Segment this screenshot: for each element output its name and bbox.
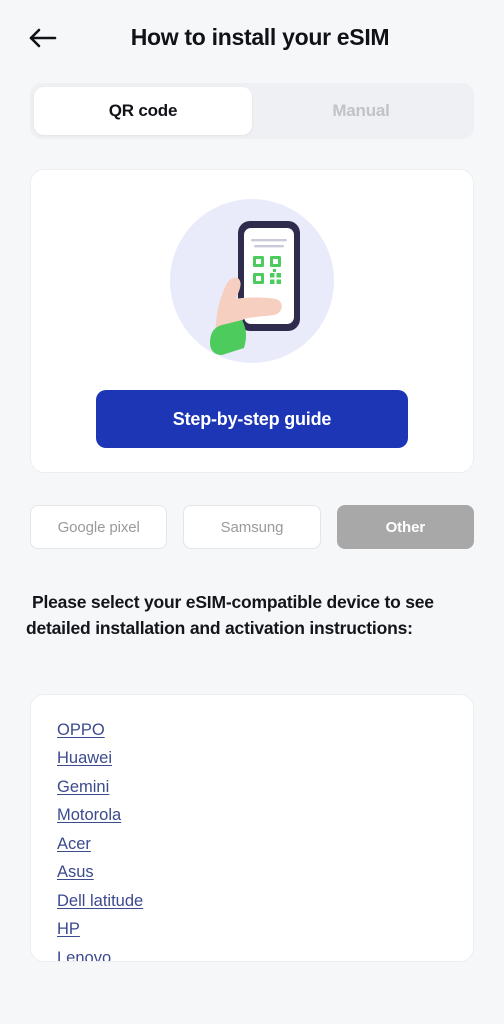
chip-other[interactable]: Other [336,505,474,549]
chip-google-pixel[interactable]: Google pixel [30,505,168,549]
device-link-huawei[interactable]: Huawei [57,749,112,768]
tab-manual[interactable]: Manual [252,87,470,135]
page-title: How to install your eSIM [130,24,390,50]
install-method-tabs: QR code Manual [30,83,474,139]
device-link-oppo[interactable]: OPPO [57,721,105,740]
esim-install-screen: How to install your eSIM QR code Manual [0,0,504,1024]
device-link-gemini[interactable]: Gemini [57,778,109,797]
device-chip-group: Google pixel Samsung Other [30,505,474,549]
page-header: How to install your eSIM [0,0,504,75]
device-link-acer[interactable]: Acer [57,835,91,854]
tab-qr-code[interactable]: QR code [34,87,252,135]
device-link-hp[interactable]: HP [57,920,80,939]
qr-guide-card: Step-by-step guide [30,169,474,473]
device-link-lenovo[interactable]: Lenovo [57,949,111,961]
hand-holding-phone-with-qr-code-icon [164,193,340,374]
device-list-card: OPPO Huawei Gemini Motorola Acer Asus De… [30,693,474,962]
chip-samsung[interactable]: Samsung [183,505,321,549]
step-by-step-guide-button[interactable]: Step-by-step guide [96,390,408,448]
illustration-container [31,188,473,378]
device-link-asus[interactable]: Asus [57,863,94,882]
device-link-motorola[interactable]: Motorola [57,806,121,825]
device-select-prompt: Please select your eSIM-compatible devic… [26,592,434,639]
device-link-dell-latitude[interactable]: Dell latitude [57,892,143,911]
